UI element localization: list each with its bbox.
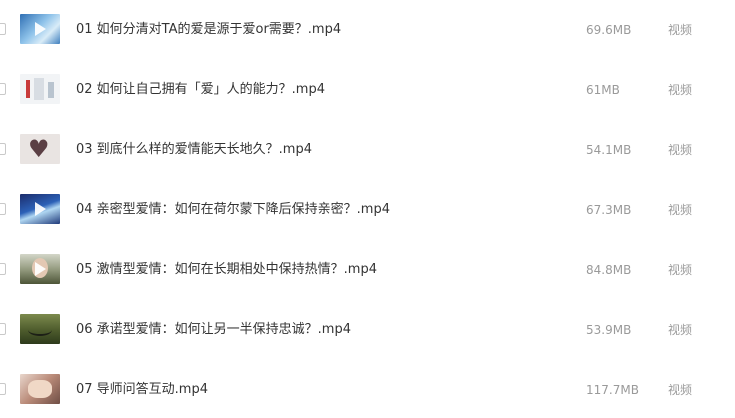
file-name[interactable]: 04 亲密型爱情：如何在荷尔蒙下降后保持亲密？.mp4 (76, 200, 390, 220)
file-row[interactable]: 04 亲密型爱情：如何在荷尔蒙下降后保持亲密？.mp4 67.3MB 视频 (0, 182, 735, 238)
file-name[interactable]: 01 如何分清对TA的爱是源于爱or需要？.mp4 (76, 20, 341, 40)
file-type: 视频 (668, 23, 693, 37)
file-name[interactable]: 02 如何让自己拥有「爱」人的能力？.mp4 (76, 80, 325, 100)
select-checkbox[interactable] (0, 143, 6, 155)
select-checkbox[interactable] (0, 203, 6, 215)
file-row[interactable]: ♥ 03 到底什么样的爱情能天长地久？.mp4 54.1MB 视频 (0, 122, 735, 178)
select-checkbox[interactable] (0, 23, 6, 35)
file-size: 53.9MB (586, 323, 632, 337)
file-list: 01 如何分清对TA的爱是源于爱or需要？.mp4 69.6MB 视频 02 如… (0, 0, 735, 418)
file-type: 视频 (668, 203, 693, 217)
file-size: 61MB (586, 83, 620, 97)
video-thumbnail[interactable]: ♥ (20, 134, 60, 164)
file-size: 84.8MB (586, 263, 632, 277)
file-type: 视频 (668, 263, 693, 277)
file-type: 视频 (668, 143, 693, 157)
select-checkbox[interactable] (0, 263, 6, 275)
file-name[interactable]: 03 到底什么样的爱情能天长地久？.mp4 (76, 140, 312, 160)
file-size: 69.6MB (586, 23, 632, 37)
play-icon (35, 262, 46, 276)
file-name[interactable]: 06 承诺型爱情：如何让另一半保持忠诚？.mp4 (76, 320, 351, 340)
thumbnail-graphic (26, 80, 30, 98)
file-size: 117.7MB (586, 383, 639, 397)
video-thumbnail[interactable] (20, 314, 60, 344)
thumbnail-graphic (48, 82, 54, 98)
thumbnail-graphic (28, 324, 52, 336)
file-row[interactable]: 06 承诺型爱情：如何让另一半保持忠诚？.mp4 53.9MB 视频 (0, 302, 735, 358)
heart-icon: ♥ (28, 135, 50, 163)
file-type: 视频 (668, 83, 693, 97)
select-checkbox[interactable] (0, 323, 6, 335)
play-icon (35, 22, 46, 36)
thumbnail-graphic (28, 380, 52, 398)
file-type: 视频 (668, 323, 693, 337)
file-name[interactable]: 05 激情型爱情：如何在长期相处中保持热情？.mp4 (76, 260, 377, 280)
video-thumbnail[interactable] (20, 374, 60, 404)
file-row[interactable]: 01 如何分清对TA的爱是源于爱or需要？.mp4 69.6MB 视频 (0, 2, 735, 58)
video-thumbnail[interactable] (20, 14, 60, 44)
file-name[interactable]: 07 导师问答互动.mp4 (76, 380, 208, 400)
select-checkbox[interactable] (0, 383, 6, 395)
select-checkbox[interactable] (0, 83, 6, 95)
video-thumbnail[interactable] (20, 74, 60, 104)
video-thumbnail[interactable] (20, 194, 60, 224)
file-row[interactable]: 02 如何让自己拥有「爱」人的能力？.mp4 61MB 视频 (0, 62, 735, 118)
file-row[interactable]: 05 激情型爱情：如何在长期相处中保持热情？.mp4 84.8MB 视频 (0, 242, 735, 298)
thumbnail-graphic (34, 78, 44, 100)
video-thumbnail[interactable] (20, 254, 60, 284)
file-size: 67.3MB (586, 203, 632, 217)
play-icon (35, 202, 46, 216)
file-row[interactable]: 07 导师问答互动.mp4 117.7MB 视频 (0, 362, 735, 418)
file-type: 视频 (668, 383, 693, 397)
file-size: 54.1MB (586, 143, 632, 157)
